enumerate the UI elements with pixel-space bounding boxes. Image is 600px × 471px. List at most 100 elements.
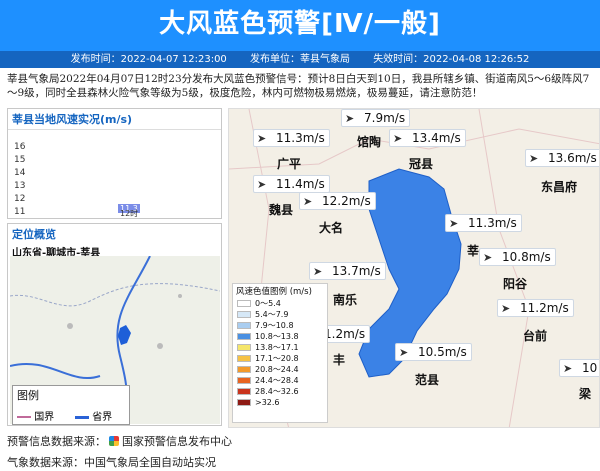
color-swatch — [237, 333, 251, 340]
wind-reading-badge[interactable]: ➤ 11.3m/s — [445, 214, 522, 232]
wind-reading-value: 1.2m/s — [324, 327, 366, 341]
legend-province-border: 省界 — [75, 408, 112, 423]
color-legend-item: 20.8～24.4 — [233, 364, 327, 375]
warning-source-name[interactable]: 国家预警信息发布中心 — [122, 435, 232, 448]
wind-reading-value: 11.3m/s — [276, 131, 325, 145]
legend-national-border: 国界 — [17, 408, 54, 423]
color-swatch — [237, 311, 251, 318]
province-border-swatch — [75, 415, 89, 419]
city-label: 范县 — [415, 373, 440, 387]
city-label: 东昌府 — [541, 180, 578, 194]
y-tick: 14 — [14, 168, 26, 178]
y-tick: 15 — [14, 155, 26, 165]
wind-reading-badge[interactable]: ➤ 10 — [559, 359, 599, 377]
color-swatch — [237, 344, 251, 351]
wind-arrow-icon: ➤ — [483, 251, 493, 264]
color-legend-item: 0～5.4 — [233, 298, 327, 309]
wind-arrow-icon: ➤ — [393, 132, 403, 145]
wind-panel-title: 莘县当地风速实况(m/s) — [8, 109, 221, 130]
wind-reading-value: 10.5m/s — [418, 345, 467, 359]
city-label: 阳谷 — [503, 277, 528, 291]
wind-arrow-icon: ➤ — [563, 362, 573, 375]
wind-reading-badge[interactable]: ➤ 11.4m/s — [253, 175, 330, 193]
color-legend-item: 24.4～28.4 — [233, 375, 327, 386]
y-tick: 11 — [14, 207, 26, 217]
warning-title: 大风蓝色预警[Ⅳ/一般] — [0, 0, 600, 51]
wind-reading-value: 11.3m/s — [468, 216, 517, 230]
color-swatch — [237, 399, 251, 406]
wind-arrow-icon: ➤ — [303, 195, 313, 208]
wind-reading-value: 13.4m/s — [412, 131, 461, 145]
city-label: 馆陶 — [357, 135, 382, 149]
color-legend-label: 5.4～7.9 — [255, 310, 289, 319]
city-label: 台前 — [523, 329, 548, 343]
legend-title: 图例 — [17, 389, 39, 402]
publish-unit: 发布单位：莘县气象局 — [250, 54, 350, 65]
wind-speed-panel: 莘县当地风速实况(m/s) 16 15 14 13 12 11 11.3 12时 — [7, 108, 222, 219]
color-swatch — [237, 300, 251, 307]
legend-national-border-label: 国界 — [34, 412, 55, 423]
wind-reading-value: 10 — [582, 361, 598, 375]
wind-arrow-icon: ➤ — [501, 302, 511, 315]
wind-reading-badge[interactable]: ➤ 11.2m/s — [497, 299, 574, 317]
wind-reading-badge[interactable]: ➤ 13.4m/s — [389, 129, 466, 147]
city-label: 广平 — [277, 157, 302, 171]
color-legend-label: 0～5.4 — [255, 299, 281, 308]
wind-reading-badge[interactable]: ➤ 13.6m/s — [525, 149, 599, 167]
wind-reading-value: 11.4m/s — [276, 177, 325, 191]
warning-description: 莘县气象局2022年04月07日12时23分发布大风蓝色预警信号：预计8日白天到… — [7, 73, 590, 99]
color-legend-label: 20.8～24.4 — [255, 365, 299, 374]
color-legend-label: 13.8～17.1 — [255, 343, 299, 352]
wind-reading-value: 13.7m/s — [332, 264, 381, 278]
y-tick: 12 — [14, 194, 26, 204]
map-legend: 图例 国界 省界 — [12, 385, 130, 425]
weather-source: 气象数据来源：中国气象局全国自动站实况 — [7, 456, 216, 469]
color-swatch — [237, 377, 251, 384]
wind-reading-badge[interactable]: ➤ 13.7m/s — [309, 262, 386, 280]
wind-reading-value: 10.8m/s — [502, 250, 551, 264]
wind-reading-value: 12.2m/s — [322, 194, 371, 208]
warning-source-label: 预警信息数据来源： — [7, 435, 106, 448]
city-label: 梁 — [579, 387, 592, 401]
wind-reading-badge[interactable]: ➤ 7.9m/s — [341, 109, 411, 127]
wind-arrow-icon: ➤ — [257, 178, 267, 191]
color-legend-title: 风速色值图例 (m/s) — [236, 287, 312, 297]
color-legend-item: 7.9～10.8 — [233, 320, 327, 331]
color-legend-item: 13.8～17.1 — [233, 342, 327, 353]
color-legend-item: 5.4～7.9 — [233, 309, 327, 320]
city-label: 南乐 — [333, 293, 358, 307]
publish-time: 发布时间：2022-04-07 12:23:00 — [70, 54, 227, 65]
wind-arrow-icon: ➤ — [257, 132, 267, 145]
city-label: 魏县 — [269, 203, 294, 217]
color-legend-item: 28.4～32.6 — [233, 386, 327, 397]
wind-arrow-icon: ➤ — [345, 112, 355, 125]
wind-reading-value: 7.9m/s — [364, 111, 406, 125]
wind-arrow-icon: ➤ — [529, 152, 539, 165]
x-tick-label: 12时 — [120, 209, 139, 218]
warning-center-logo-icon — [109, 436, 119, 446]
wind-reading-badge[interactable]: ➤ 11.3m/s — [253, 129, 330, 147]
color-legend-item: >32.6 — [233, 397, 327, 408]
wind-arrow-icon: ➤ — [399, 346, 409, 359]
color-legend-label: 10.8～13.8 — [255, 332, 299, 341]
legend-province-border-label: 省界 — [92, 412, 113, 423]
wind-reading-badge[interactable]: ➤ 10.5m/s — [395, 343, 472, 361]
wind-reading-badge[interactable]: ➤ 12.2m/s — [299, 192, 376, 210]
color-legend-label: 17.1～20.8 — [255, 354, 299, 363]
warning-meta: 发布时间：2022-04-07 12:23:00 发布单位：莘县气象局 失效时间… — [0, 51, 600, 68]
city-label: 丰 — [333, 353, 346, 367]
location-panel-title: 定位概览 — [12, 228, 56, 241]
city-label: 大名 — [319, 221, 344, 235]
wind-arrow-icon: ➤ — [313, 265, 323, 278]
y-tick: 13 — [14, 181, 26, 191]
color-legend-label: 24.4～28.4 — [255, 376, 299, 385]
city-label: 冠县 — [409, 157, 434, 171]
color-swatch — [237, 388, 251, 395]
warning-source: 预警信息数据来源： 国家预警信息发布中心 — [7, 433, 232, 449]
y-tick: 16 — [14, 142, 26, 152]
color-swatch — [237, 355, 251, 362]
wind-reading-value: 13.6m/s — [548, 151, 597, 165]
wind-reading-badge[interactable]: ➤ 10.8m/s — [479, 248, 556, 266]
color-legend-item: 17.1～20.8 — [233, 353, 327, 364]
expire-time: 失效时间：2022-04-08 12:26:52 — [373, 54, 530, 65]
